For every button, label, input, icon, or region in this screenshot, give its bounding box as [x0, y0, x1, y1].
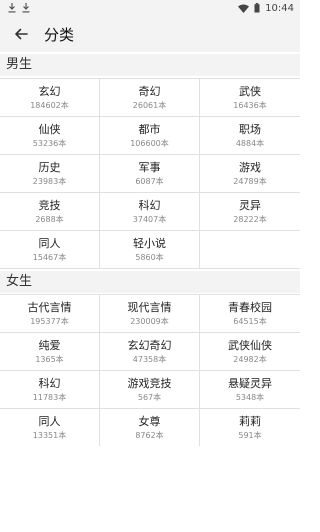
category-cell[interactable]: 都市 106600本 — [100, 117, 200, 155]
category-cell[interactable]: 玄幻奇幻 47358本 — [100, 333, 200, 371]
category-cell[interactable]: 灵异 28222本 — [200, 193, 300, 231]
category-cell[interactable]: 轻小说 5860本 — [100, 231, 200, 269]
category-name: 游戏竞技 — [127, 377, 172, 390]
category-count: 26061本 — [132, 101, 167, 110]
category-cell[interactable]: 女尊 8762本 — [100, 409, 200, 447]
status-time: 10:44 — [265, 2, 294, 14]
category-count: 184602本 — [30, 101, 69, 110]
category-name: 职场 — [239, 123, 261, 136]
category-cell[interactable]: 莉莉 591本 — [200, 409, 300, 447]
category-name: 悬疑灵异 — [228, 377, 272, 390]
page-title: 分类 — [44, 25, 75, 44]
app-bar: 分类 — [0, 16, 300, 52]
category-name: 古代言情 — [27, 301, 72, 314]
category-cell[interactable]: 游戏竞技 567本 — [100, 371, 200, 409]
category-count: 24789本 — [233, 177, 267, 186]
section-header-female: 女生 — [0, 271, 300, 293]
category-count: 591本 — [238, 431, 262, 440]
category-cell[interactable]: 科幻 11783本 — [0, 371, 100, 409]
category-name: 灵异 — [239, 199, 261, 212]
category-name: 科幻 — [38, 377, 61, 390]
category-count: 47358本 — [132, 355, 167, 364]
category-count: 195377本 — [30, 317, 69, 326]
category-cell[interactable]: 纯爱 1365本 — [0, 333, 100, 371]
category-name: 青春校园 — [228, 301, 272, 314]
battery-icon — [254, 3, 260, 13]
download-icon — [22, 3, 30, 13]
category-count: 37407本 — [132, 215, 167, 224]
category-count: 15467本 — [32, 253, 67, 262]
category-name: 女尊 — [138, 415, 161, 428]
empty-cell — [200, 231, 300, 269]
category-count: 64515本 — [233, 317, 267, 326]
category-count: 2688本 — [35, 215, 64, 224]
category-count: 5860本 — [135, 253, 164, 262]
empty-area — [0, 446, 300, 532]
category-name: 历史 — [38, 161, 61, 174]
category-count: 8762本 — [135, 431, 164, 440]
category-count: 567本 — [137, 393, 162, 402]
category-count: 6087本 — [135, 177, 164, 186]
status-bar: 10:44 — [0, 0, 300, 16]
category-count: 16436本 — [233, 101, 267, 110]
category-cell[interactable]: 奇幻 26061本 — [100, 79, 200, 117]
category-name: 武侠仙侠 — [228, 339, 272, 352]
category-name: 游戏 — [239, 161, 261, 174]
category-count: 106600本 — [130, 139, 169, 148]
category-cell[interactable]: 军事 6087本 — [100, 155, 200, 193]
category-count: 24982本 — [233, 355, 267, 364]
category-cell[interactable]: 职场 4884本 — [200, 117, 300, 155]
category-name: 竞技 — [38, 199, 61, 212]
category-count: 23983本 — [32, 177, 67, 186]
status-right: 10:44 — [238, 3, 294, 14]
category-grid-male: 玄幻 184602本 奇幻 26061本 武侠 16436本仙侠 53236本 都市 10660… — [0, 78, 300, 269]
category-name: 同人 — [38, 415, 61, 428]
download-icon — [8, 3, 16, 13]
category-cell[interactable]: 悬疑灵异 5348本 — [200, 371, 300, 409]
category-cell[interactable]: 游戏 24789本 — [200, 155, 300, 193]
category-name: 莉莉 — [239, 415, 261, 428]
category-grid-female: 古代言情 195377本 现代言情 230009本 青春校园 64515本纯爱 1365本 玄… — [0, 294, 300, 447]
category-cell[interactable]: 竞技 2688本 — [0, 193, 100, 231]
category-cell[interactable]: 武侠仙侠 24982本 — [200, 333, 300, 371]
category-name: 军事 — [138, 161, 161, 174]
category-name: 轻小说 — [133, 237, 166, 250]
category-name: 现代言情 — [127, 301, 172, 314]
category-name: 同人 — [38, 237, 61, 250]
category-count: 5348本 — [235, 393, 265, 402]
category-cell[interactable]: 现代言情 230009本 — [100, 295, 200, 333]
section-header-male: 男生 — [0, 54, 300, 76]
category-name: 都市 — [138, 123, 161, 136]
category-count: 11783本 — [32, 393, 67, 402]
status-left — [8, 3, 30, 13]
category-count: 1365本 — [35, 355, 64, 364]
category-cell[interactable]: 玄幻 184602本 — [0, 79, 100, 117]
category-count: 4884本 — [235, 139, 265, 148]
category-cell[interactable]: 同人 13351本 — [0, 409, 100, 447]
category-cell[interactable]: 仙侠 53236本 — [0, 117, 100, 155]
category-count: 53236本 — [32, 139, 67, 148]
category-cell[interactable]: 同人 15467本 — [0, 231, 100, 269]
category-cell[interactable]: 科幻 37407本 — [100, 193, 200, 231]
category-cell[interactable]: 历史 23983本 — [0, 155, 100, 193]
category-count: 13351本 — [32, 431, 67, 440]
category-cell[interactable]: 古代言情 195377本 — [0, 295, 100, 333]
back-button[interactable] — [12, 25, 30, 43]
category-name: 仙侠 — [38, 123, 61, 136]
category-count: 230009本 — [130, 317, 169, 326]
category-name: 奇幻 — [138, 85, 161, 98]
category-cell[interactable]: 武侠 16436本 — [200, 79, 300, 117]
wifi-icon — [238, 4, 250, 13]
category-name: 纯爱 — [38, 339, 61, 352]
category-name: 科幻 — [138, 199, 161, 212]
category-name: 玄幻奇幻 — [127, 339, 172, 352]
category-count: 28222本 — [233, 215, 267, 224]
category-cell[interactable]: 青春校园 64515本 — [200, 295, 300, 333]
category-name: 武侠 — [239, 85, 261, 98]
category-name: 玄幻 — [38, 85, 61, 98]
back-arrow-icon — [15, 28, 28, 40]
